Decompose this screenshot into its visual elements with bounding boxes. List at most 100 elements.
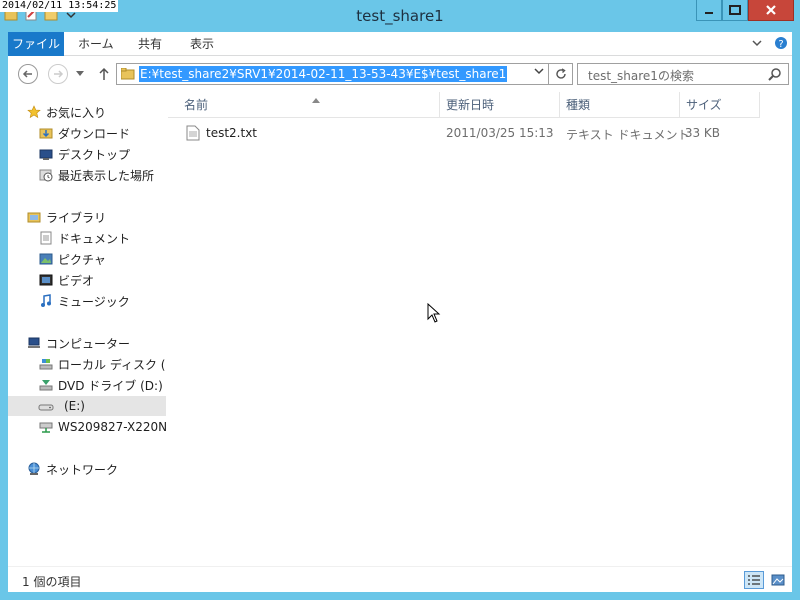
maximize-button[interactable] (722, 0, 748, 21)
column-modified[interactable]: 更新日時 (440, 92, 560, 118)
refresh-icon (555, 68, 566, 79)
nav-item-label: ピクチャ (58, 252, 106, 267)
pictures-icon (38, 251, 54, 267)
address-dropdown[interactable] (534, 67, 544, 78)
nav-network-label: ネットワーク (46, 462, 119, 477)
nav-item-desktop[interactable]: デスクトップ (38, 144, 166, 164)
nav-item-label: (E:) (64, 399, 85, 413)
nav-item-recent-places[interactable]: 最近表示した場所 (38, 165, 166, 185)
close-icon (766, 5, 776, 15)
nav-computer[interactable]: コンピューター (26, 333, 166, 353)
nav-item-documents[interactable]: ドキュメント (38, 228, 166, 248)
library-icon (26, 209, 42, 225)
nav-item-drive-e[interactable]: (E:) (8, 396, 166, 416)
title-bar[interactable]: 2014/02/11 13:54:25 test_share1 (0, 0, 800, 32)
chevron-down-icon (76, 71, 84, 76)
nav-favorites[interactable]: お気に入り (26, 102, 166, 122)
address-bar[interactable]: E:¥test_share2¥SRV1¥2014-02-11_13-53-43¥… (116, 63, 549, 85)
nav-item-label: デスクトップ (58, 147, 131, 162)
navigation-pane[interactable]: お気に入り ダウンロード デスクトップ 最近表示した場所 ライブラリ ドキュメン… (8, 92, 166, 566)
nav-item-videos[interactable]: ビデオ (38, 270, 166, 290)
file-modified: 2011/03/25 15:13 (446, 126, 554, 140)
navigation-bar: E:¥test_share2¥SRV1¥2014-02-11_13-53-43¥… (8, 56, 792, 92)
item-count: 1 個の項目 (22, 575, 82, 589)
expand-ribbon-icon[interactable] (750, 36, 764, 50)
refresh-button[interactable] (549, 63, 573, 85)
column-modified-label: 更新日時 (446, 98, 495, 112)
back-button[interactable] (18, 64, 38, 84)
explorer-window: 2014/02/11 13:54:25 test_share1 ファイル ホーム… (0, 0, 800, 600)
downloads-icon (38, 125, 54, 141)
column-name[interactable]: 名前 (178, 92, 440, 118)
address-path[interactable]: E:¥test_share2¥SRV1¥2014-02-11_13-53-43¥… (139, 66, 508, 82)
column-size[interactable]: サイズ (680, 92, 760, 118)
recent-locations-button[interactable] (74, 64, 86, 84)
nav-libraries[interactable]: ライブラリ (26, 207, 166, 227)
nav-libraries-label: ライブラリ (46, 210, 107, 225)
column-type-label: 種類 (566, 98, 591, 112)
window-controls (696, 0, 794, 21)
network-icon (26, 461, 42, 477)
minimize-button[interactable] (696, 0, 722, 21)
nav-favorites-label: お気に入り (46, 105, 107, 120)
details-view-icon (748, 575, 760, 585)
column-type[interactable]: 種類 (560, 92, 680, 118)
tab-home[interactable]: ホーム (68, 32, 124, 56)
nav-item-music[interactable]: ミュージック (38, 291, 166, 311)
status-bar: 1 個の項目 (8, 566, 792, 592)
text-file-icon (186, 125, 200, 141)
nav-item-label: WS209827-X220N (58, 420, 166, 434)
nav-computer-label: コンピューター (46, 336, 131, 351)
nav-item-pictures[interactable]: ピクチャ (38, 249, 166, 269)
file-name: test2.txt (206, 126, 258, 140)
arrow-up-icon (99, 67, 109, 80)
tab-file[interactable]: ファイル (8, 32, 64, 56)
nav-item-label: 最近表示した場所 (58, 168, 155, 183)
nav-item-label: ミュージック (58, 294, 130, 309)
column-name-label: 名前 (184, 98, 209, 112)
up-button[interactable] (94, 64, 114, 84)
nav-item-label: ビデオ (58, 273, 95, 288)
sort-ascending-icon (312, 88, 320, 114)
arrow-left-icon (22, 70, 32, 78)
column-header: 名前 更新日時 種類 サイズ (168, 92, 760, 118)
large-icons-view-icon (771, 574, 785, 586)
details-view-button[interactable] (744, 571, 764, 589)
computer-icon (26, 335, 42, 351)
search-input[interactable]: test_share1の検索 (577, 63, 789, 85)
tab-share[interactable]: 共有 (128, 32, 172, 56)
large-icons-view-button[interactable] (768, 571, 788, 589)
nav-network[interactable]: ネットワーク (26, 459, 166, 479)
mouse-cursor-icon (427, 303, 441, 323)
nav-item-local-disk[interactable]: ローカル ディスク (C:) (38, 354, 166, 374)
svg-text:?: ? (778, 39, 783, 50)
nav-item-label: ダウンロード (58, 126, 131, 141)
nav-item-label: ローカル ディスク (C:) (58, 357, 166, 372)
table-row[interactable]: test2.txt 2011/03/25 15:13 テキスト ドキュメント 3… (168, 124, 760, 144)
folder-icon (121, 68, 135, 80)
dvd-drive-icon (38, 377, 54, 393)
maximize-icon (729, 5, 741, 15)
file-list-pane[interactable]: 名前 更新日時 種類 サイズ test2.txt 2011/03/25 15:1… (168, 92, 792, 566)
file-type: テキスト ドキュメント (566, 128, 690, 142)
search-icon[interactable] (768, 67, 782, 84)
nav-item-dvd-drive[interactable]: DVD ドライブ (D:) H (38, 375, 166, 395)
drive-icon (38, 398, 54, 414)
content-area: お気に入り ダウンロード デスクトップ 最近表示した場所 ライブラリ ドキュメン… (8, 92, 792, 566)
nav-item-downloads[interactable]: ダウンロード (38, 123, 166, 143)
video-icon (38, 272, 54, 288)
timestamp-overlay: 2014/02/11 13:54:25 (0, 0, 119, 12)
forward-button[interactable] (48, 64, 68, 84)
tab-view[interactable]: 表示 (180, 32, 224, 56)
file-size: 33 KB (684, 126, 720, 140)
nav-item-network-drive[interactable]: WS209827-X220N (38, 417, 166, 437)
nav-item-label: DVD ドライブ (D:) H (58, 378, 166, 393)
column-size-label: サイズ (686, 98, 722, 112)
arrow-right-icon (54, 70, 64, 78)
search-placeholder: test_share1の検索 (588, 69, 694, 83)
close-button[interactable] (748, 0, 794, 21)
recent-places-icon (38, 167, 54, 183)
help-icon[interactable]: ? (774, 36, 788, 50)
ribbon-tabs: ファイル ホーム 共有 表示 ? (8, 32, 792, 56)
window-title: test_share1 (356, 7, 444, 25)
